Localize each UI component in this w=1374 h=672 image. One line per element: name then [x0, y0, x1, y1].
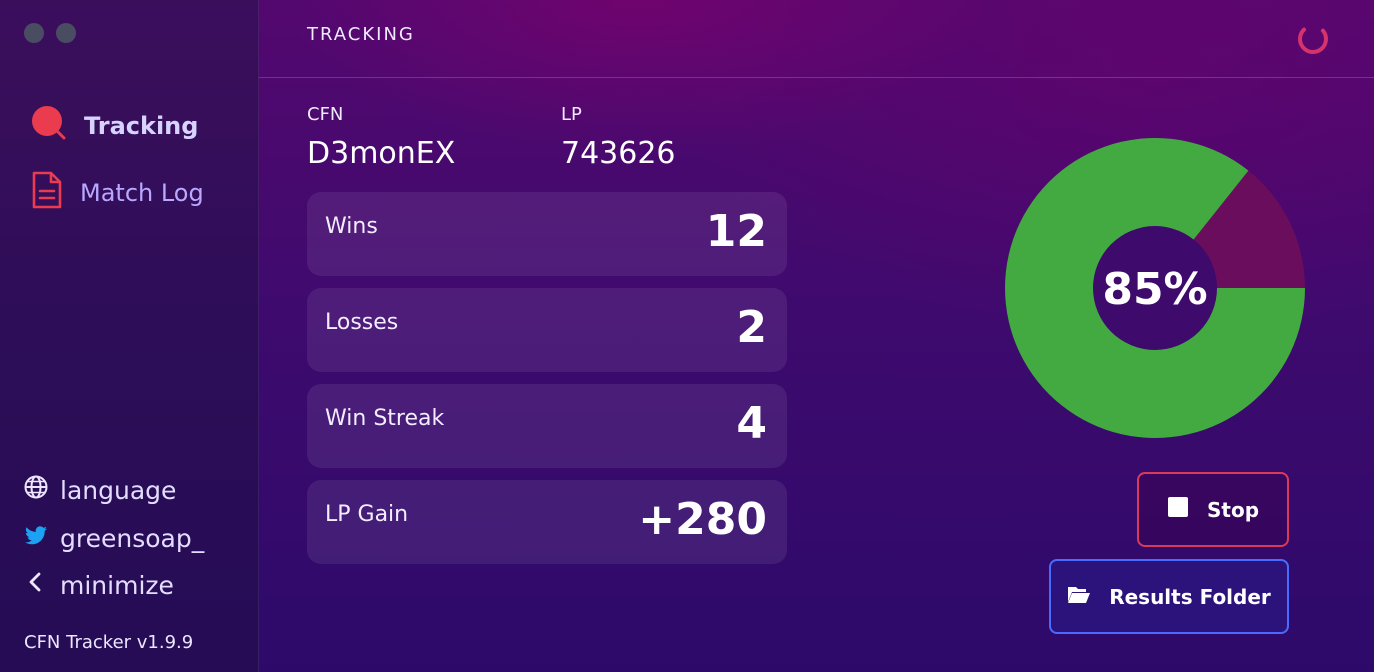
app-window: Tracking Match Log language greensoap_ m…: [0, 0, 1374, 672]
stat-value: 2: [736, 302, 767, 353]
sidebar: Tracking Match Log language greensoap_ m…: [0, 0, 259, 672]
language-link[interactable]: language: [24, 475, 176, 505]
winrate-percent: 85%: [1102, 264, 1207, 315]
lp-value: 743626: [561, 136, 676, 171]
stat-label: Wins: [325, 214, 378, 239]
stop-icon: [1167, 496, 1189, 523]
folder-open-icon: [1067, 584, 1091, 609]
cfn-label: CFN: [307, 104, 344, 125]
twitter-link[interactable]: greensoap_: [24, 523, 204, 553]
stat-label: LP Gain: [325, 502, 409, 527]
sidebar-item-label: Tracking: [84, 112, 199, 140]
stat-card-wins: Wins 12: [307, 192, 787, 276]
twitter-handle: greensoap_: [60, 523, 205, 553]
sidebar-item-label: Match Log: [80, 179, 204, 207]
stat-value: 4: [736, 398, 767, 449]
window-minimize-button[interactable]: [56, 23, 76, 43]
twitter-icon: [24, 524, 48, 553]
stat-label: Losses: [325, 310, 399, 335]
header: TRACKING: [259, 0, 1374, 78]
stop-label: Stop: [1206, 497, 1260, 522]
stat-label: Win Streak: [325, 406, 445, 431]
chevron-left-icon: [24, 570, 48, 600]
lp-label: LP: [561, 104, 582, 125]
winrate-donut: 85%: [1003, 136, 1307, 444]
sidebar-item-tracking[interactable]: Tracking: [30, 104, 198, 148]
stat-card-losses: Losses 2: [307, 288, 787, 372]
minimize-label: minimize: [60, 570, 174, 600]
stop-button[interactable]: Stop: [1137, 472, 1289, 547]
loading-spinner-icon: [1296, 22, 1330, 60]
app-version: CFN Tracker v1.9.9: [24, 632, 194, 653]
window-close-button[interactable]: [24, 23, 44, 43]
stat-card-win-streak: Win Streak 4: [307, 384, 787, 468]
document-icon: [30, 170, 64, 216]
stat-value: +280: [638, 494, 767, 545]
cfn-value: D3monEX: [307, 136, 456, 171]
minimize-link[interactable]: minimize: [24, 570, 174, 600]
stat-card-lp-gain: LP Gain +280: [307, 480, 787, 564]
main-panel: TRACKING CFN D3monEX LP 743626 Wins 12 L…: [259, 0, 1374, 672]
search-icon: [30, 104, 68, 148]
window-controls: [24, 23, 76, 43]
results-folder-button[interactable]: Results Folder: [1049, 559, 1289, 634]
stat-value: 12: [705, 206, 767, 257]
page-title: TRACKING: [307, 24, 415, 45]
sidebar-item-match-log[interactable]: Match Log: [30, 170, 204, 216]
globe-icon: [24, 475, 48, 505]
language-label: language: [60, 475, 177, 505]
results-folder-label: Results Folder: [1109, 584, 1271, 609]
